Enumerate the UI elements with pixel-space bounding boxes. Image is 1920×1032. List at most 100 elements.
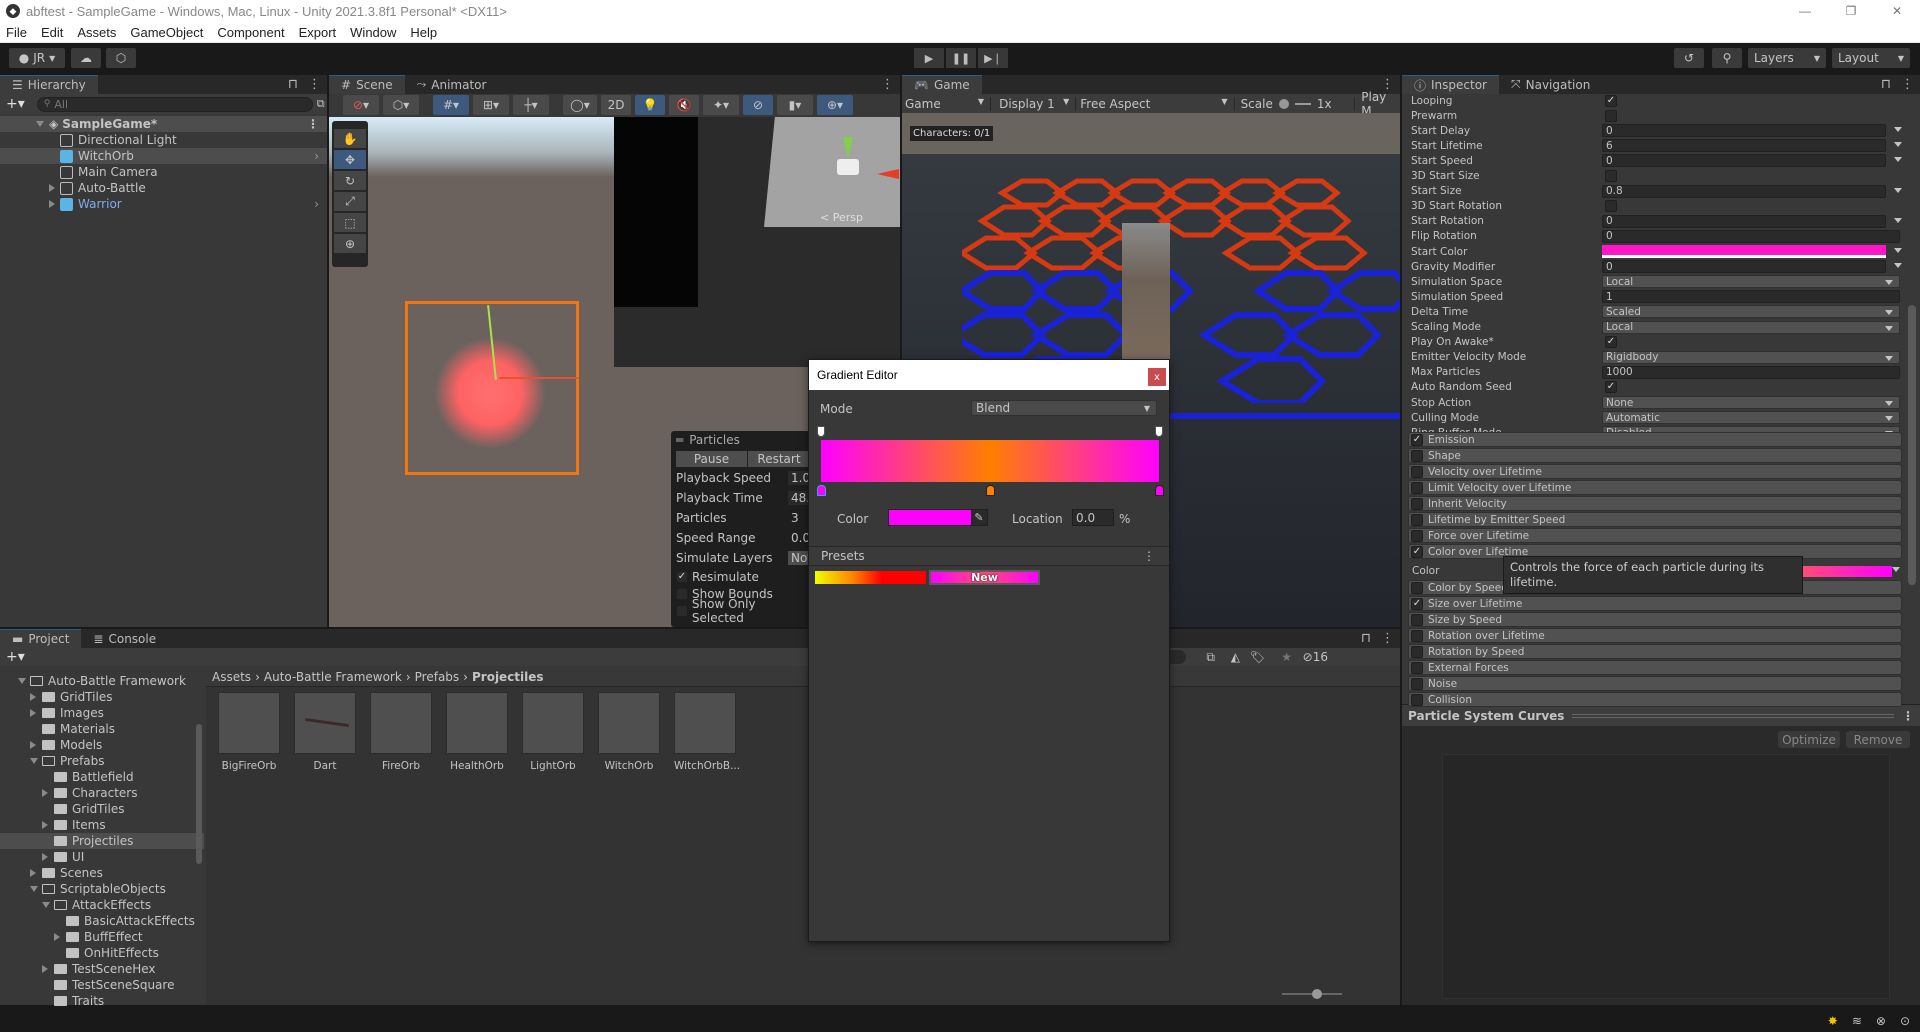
folder-item[interactable]: Images (0, 705, 204, 721)
center-cube[interactable] (837, 159, 859, 175)
module-shape[interactable]: Shape (1408, 448, 1902, 463)
tab-animator[interactable]: ⤳ Animator (404, 75, 499, 94)
grid-snap-dropdown[interactable]: # ▾ (433, 95, 469, 115)
checkbox[interactable]: ✓ (1605, 381, 1617, 394)
folder-item[interactable]: BasicAttackEffects (0, 913, 204, 929)
expand-arrow-icon[interactable] (30, 886, 42, 892)
inspector-scrollbar[interactable] (1908, 305, 1916, 585)
module-toggle[interactable] (1411, 629, 1423, 642)
folder-item[interactable]: Models (0, 737, 204, 753)
layers-dropdown[interactable]: Layers ▼ (1748, 48, 1826, 68)
number-input[interactable]: 0 (1602, 260, 1886, 274)
color-key-marker[interactable] (1155, 485, 1164, 496)
thumbnail-size-slider[interactable] (1282, 989, 1342, 999)
search-button[interactable]: ⚲ (1712, 48, 1742, 68)
hidden-packages-toggle[interactable]: ⊘16 (1303, 650, 1328, 664)
gradient-editor-titlebar[interactable]: Gradient Editor (809, 360, 1169, 390)
gradient-preview-bar[interactable] (821, 440, 1159, 482)
collab-button[interactable]: ⬡ (106, 48, 136, 68)
more-menu-icon[interactable]: ⋮ (308, 77, 321, 92)
dropdown[interactable]: Local (1602, 275, 1900, 289)
folder-item[interactable]: Scenes (0, 865, 204, 881)
folder-item[interactable]: UI (0, 849, 204, 865)
asset-item[interactable]: WitchOrb (598, 692, 660, 772)
folder-item[interactable]: Prefabs (0, 753, 204, 769)
lighting-toggle[interactable]: 💡 (635, 95, 665, 115)
collapse-arrow-icon[interactable] (30, 709, 42, 717)
scene-menu-icon[interactable]: ⋮ (307, 117, 319, 131)
checkbox[interactable]: ✓ (1605, 336, 1617, 349)
more-menu-icon[interactable]: ⋮ (881, 77, 894, 92)
network-icon[interactable]: ⊗ (1876, 1014, 1886, 1028)
module-toggle[interactable] (1411, 449, 1423, 462)
asset-item[interactable]: BigFireOrb (218, 692, 280, 772)
module-toggle[interactable] (1411, 497, 1423, 510)
checkbox[interactable]: ✓ (1605, 94, 1617, 107)
menu-window[interactable]: Window (350, 25, 396, 40)
color-gradient-field[interactable] (1800, 565, 1892, 577)
hierarchy-item-selected[interactable]: WitchOrb › (0, 148, 327, 164)
create-asset-button[interactable]: +▾ (6, 649, 25, 665)
collapse-arrow-icon[interactable] (42, 821, 54, 829)
dropdown[interactable]: Local (1602, 320, 1900, 334)
close-window-button[interactable]: ✕ (1874, 0, 1920, 22)
module-toggle[interactable] (1411, 481, 1423, 494)
folder-item[interactable]: GridTiles (0, 689, 204, 705)
mode-caret-icon[interactable] (1894, 248, 1902, 253)
location-input[interactable]: 0.0 (1072, 509, 1114, 526)
incremental-snap-dropdown[interactable]: ⊞ ▾ (473, 95, 509, 115)
folder-item[interactable]: TestSceneSquare (0, 977, 204, 993)
collapse-arrow-icon[interactable] (30, 693, 42, 701)
slider-handle[interactable] (1278, 98, 1289, 109)
checkbox-field[interactable]: ✓ (1602, 94, 1617, 107)
color-swatch[interactable] (889, 510, 971, 525)
particles-restart-button[interactable]: Restart (748, 451, 810, 467)
module-external-forces[interactable]: External Forces (1408, 660, 1902, 675)
curves-menu-icon[interactable]: ⋮ (1902, 709, 1914, 723)
color-picker-field[interactable]: ✎ (888, 509, 988, 526)
show-only-selected-checkbox[interactable]: Show Only Selected (676, 597, 810, 625)
module-inherit-velocity[interactable]: Inherit Velocity (1408, 496, 1902, 511)
particles-pause-button[interactable]: Pause (676, 451, 748, 467)
mode-caret-icon[interactable] (1894, 142, 1902, 148)
module-toggle[interactable] (1411, 693, 1423, 706)
collapse-arrow-icon[interactable] (54, 933, 66, 941)
menu-file[interactable]: File (6, 25, 27, 40)
aspect-dropdown[interactable]: Free Aspect ▼ (1076, 96, 1235, 111)
folder-item[interactable]: Traits (0, 993, 204, 1009)
module-size-over-lifetime[interactable]: ✓ Size over Lifetime (1408, 596, 1902, 611)
tab-navigation[interactable]: ⤧ Navigation (1499, 75, 1603, 94)
resimulate-checkbox[interactable]: ✓ Resimulate (676, 568, 759, 586)
module-toggle[interactable]: ✓ (1411, 433, 1423, 446)
step-button[interactable]: ▶❘ (978, 48, 1008, 68)
hierarchy-item[interactable]: Auto-Battle (0, 180, 327, 196)
display-dropdown[interactable]: Display 1 ▼ (991, 96, 1077, 111)
play-button[interactable]: ▶ (914, 48, 944, 68)
expand-arrow-icon[interactable] (36, 121, 44, 127)
mode-caret-icon[interactable] (1894, 187, 1902, 193)
minimize-button[interactable]: — (1782, 0, 1828, 22)
folder-item[interactable]: Battlefield (0, 769, 204, 785)
pause-button[interactable]: ❚❚ (946, 48, 976, 68)
maximize-button[interactable]: ❐ (1828, 0, 1874, 22)
bug-icon[interactable]: ✸ (1828, 1014, 1838, 1028)
scene-root[interactable]: ◈ SampleGame* ⋮ (0, 116, 327, 132)
dropdown[interactable]: Automatic (1602, 411, 1900, 425)
color-field[interactable] (1602, 245, 1886, 258)
number-input[interactable]: 6 (1602, 139, 1886, 153)
module-toggle[interactable] (1411, 529, 1423, 542)
rotate-tool[interactable]: ↻ (334, 171, 366, 190)
number-input[interactable]: 0.8 (1602, 184, 1886, 198)
checkbox-field[interactable]: ✓ (1602, 336, 1617, 349)
module-rotation-by-speed[interactable]: Rotation by Speed (1408, 644, 1902, 659)
hierarchy-item[interactable]: Main Camera (0, 164, 327, 180)
collapse-arrow-icon[interactable] (30, 741, 42, 749)
checkbox-field[interactable] (1602, 170, 1617, 183)
expand-arrow-icon[interactable] (18, 678, 30, 684)
module-toggle[interactable] (1411, 677, 1423, 690)
module-toggle[interactable] (1411, 661, 1423, 674)
dropdown[interactable]: None (1602, 396, 1900, 409)
expand-arrow-icon[interactable] (49, 200, 55, 208)
folder-item[interactable]: Projectiles (0, 833, 204, 849)
check-circle-icon[interactable]: ⊙ (1900, 1014, 1910, 1028)
